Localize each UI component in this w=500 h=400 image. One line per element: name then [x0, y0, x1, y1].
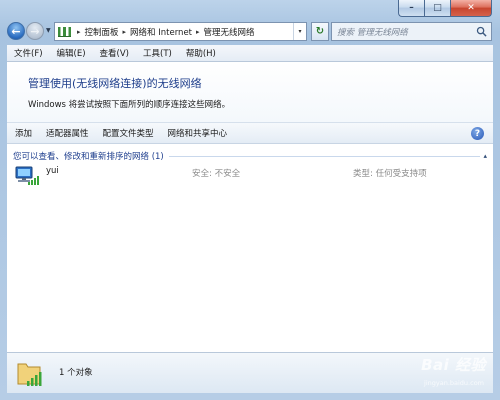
- navigation-bar: ← → ▼ ▸ 控制面板 ▸ 网络和 Internet ▸ 管理无线网络 ▾ ↻…: [0, 18, 500, 44]
- maximize-button[interactable]: □: [424, 0, 450, 17]
- menu-help[interactable]: 帮助(H): [184, 47, 218, 59]
- network-sharing-center-button[interactable]: 网络和共享中心: [168, 127, 228, 139]
- profile-type-button[interactable]: 配置文件类型: [103, 127, 154, 139]
- breadcrumb-separator[interactable]: ▸: [77, 28, 81, 36]
- back-arrow-icon[interactable]: ←: [7, 22, 25, 40]
- recent-pages-dropdown[interactable]: ▼: [46, 27, 51, 34]
- page-title: 管理使用(无线网络连接)的无线网络: [28, 77, 202, 90]
- content-pane: 管理使用(无线网络连接)的无线网络 Windows 将尝试按照下面所列的顺序连接…: [7, 62, 493, 352]
- menu-edit[interactable]: 编辑(E): [55, 47, 88, 59]
- group-divider: [168, 155, 481, 157]
- breadcrumb-separator[interactable]: ▸: [123, 28, 127, 36]
- forward-arrow-icon[interactable]: →: [26, 22, 44, 40]
- wireless-network-icon: [15, 166, 39, 185]
- close-button[interactable]: ✕: [450, 0, 492, 17]
- explorer-window: – □ ✕ ← → ▼ ▸ 控制面板 ▸ 网络和 Internet ▸ 管理无线…: [0, 0, 500, 400]
- search-input[interactable]: 搜索 管理无线网络: [331, 22, 492, 41]
- search-placeholder: 搜索 管理无线网络: [337, 27, 408, 38]
- help-icon[interactable]: ?: [471, 127, 484, 140]
- page-description: Windows 将尝试按照下面所列的顺序连接这些网络。: [28, 100, 231, 110]
- breadcrumb-network-internet[interactable]: 网络和 Internet: [130, 26, 192, 38]
- breadcrumb-separator[interactable]: ▸: [196, 28, 200, 36]
- refresh-icon[interactable]: ↻: [311, 22, 329, 41]
- add-button[interactable]: 添加: [15, 127, 32, 139]
- breadcrumb-manage-wireless[interactable]: 管理无线网络: [204, 26, 255, 38]
- network-type: 类型: 任何受支持项: [353, 169, 427, 179]
- network-group-header[interactable]: 您可以查看、修改和重新排序的网络 (1) ▴: [13, 149, 487, 163]
- chevron-up-icon[interactable]: ▴: [483, 152, 487, 160]
- caption-buttons: – □ ✕: [398, 0, 492, 17]
- chevron-down-icon[interactable]: ▾: [293, 23, 306, 40]
- watermark-url: jingyan.baidu.com: [424, 379, 484, 387]
- menu-tools[interactable]: 工具(T): [141, 47, 174, 59]
- network-security: 安全: 不安全: [192, 169, 241, 179]
- menu-view[interactable]: 查看(V): [98, 47, 131, 59]
- menu-bar: 文件(F) 编辑(E) 查看(V) 工具(T) 帮助(H): [7, 45, 493, 62]
- item-count: 1 个对象: [59, 368, 93, 378]
- network-list-item[interactable]: yui 安全: 不安全 类型: 任何受支持项: [7, 164, 493, 186]
- menu-file[interactable]: 文件(F): [12, 47, 45, 59]
- network-name: yui: [46, 166, 59, 176]
- watermark: Bai 经验: [421, 356, 486, 374]
- command-bar: 添加 适配器属性 配置文件类型 网络和共享中心 ?: [7, 122, 493, 144]
- search-icon[interactable]: [476, 26, 487, 37]
- breadcrumb-control-panel[interactable]: 控制面板: [85, 26, 119, 38]
- wireless-network-icon: [17, 363, 42, 386]
- adapter-properties-button[interactable]: 适配器属性: [46, 127, 89, 139]
- header-panel: 管理使用(无线网络连接)的无线网络 Windows 将尝试按照下面所列的顺序连接…: [7, 62, 493, 122]
- control-panel-icon: [58, 26, 71, 37]
- minimize-button[interactable]: –: [398, 0, 424, 17]
- address-bar[interactable]: ▸ 控制面板 ▸ 网络和 Internet ▸ 管理无线网络 ▾: [54, 22, 307, 41]
- group-label: 您可以查看、修改和重新排序的网络 (1): [13, 152, 164, 162]
